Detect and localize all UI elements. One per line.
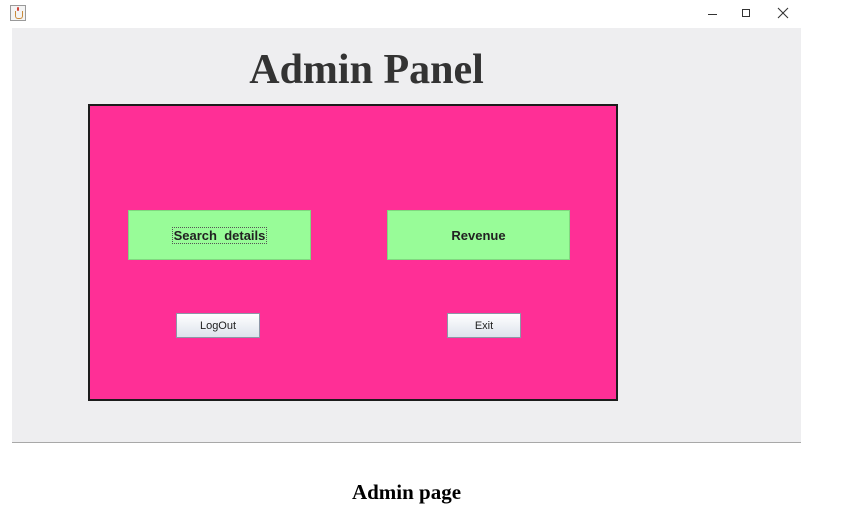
minimize-button[interactable]	[697, 2, 727, 24]
logout-button[interactable]: LogOut	[176, 313, 260, 338]
java-app-icon	[10, 5, 26, 21]
maximize-icon	[742, 9, 750, 17]
exit-button[interactable]: Exit	[447, 313, 521, 338]
close-icon	[777, 7, 789, 19]
page-title: Admin Panel	[249, 47, 484, 93]
maximize-button[interactable]	[731, 2, 761, 24]
search-details-label: Search details	[171, 226, 268, 244]
logout-label: LogOut	[199, 319, 237, 332]
admin-panel-box: Search details Revenue LogOut Exit	[88, 104, 618, 401]
window-title-bar	[0, 0, 847, 28]
figure-caption: Admin page	[351, 480, 462, 504]
page: Admin Panel Search details Revenue LogOu…	[0, 0, 847, 522]
search-details-button[interactable]: Search details	[128, 210, 311, 260]
revenue-label: Revenue	[451, 227, 506, 243]
revenue-button[interactable]: Revenue	[387, 210, 570, 260]
exit-label: Exit	[474, 319, 494, 332]
window-bottom-border	[12, 442, 801, 443]
close-button[interactable]	[768, 2, 798, 24]
minimize-icon	[707, 13, 717, 15]
